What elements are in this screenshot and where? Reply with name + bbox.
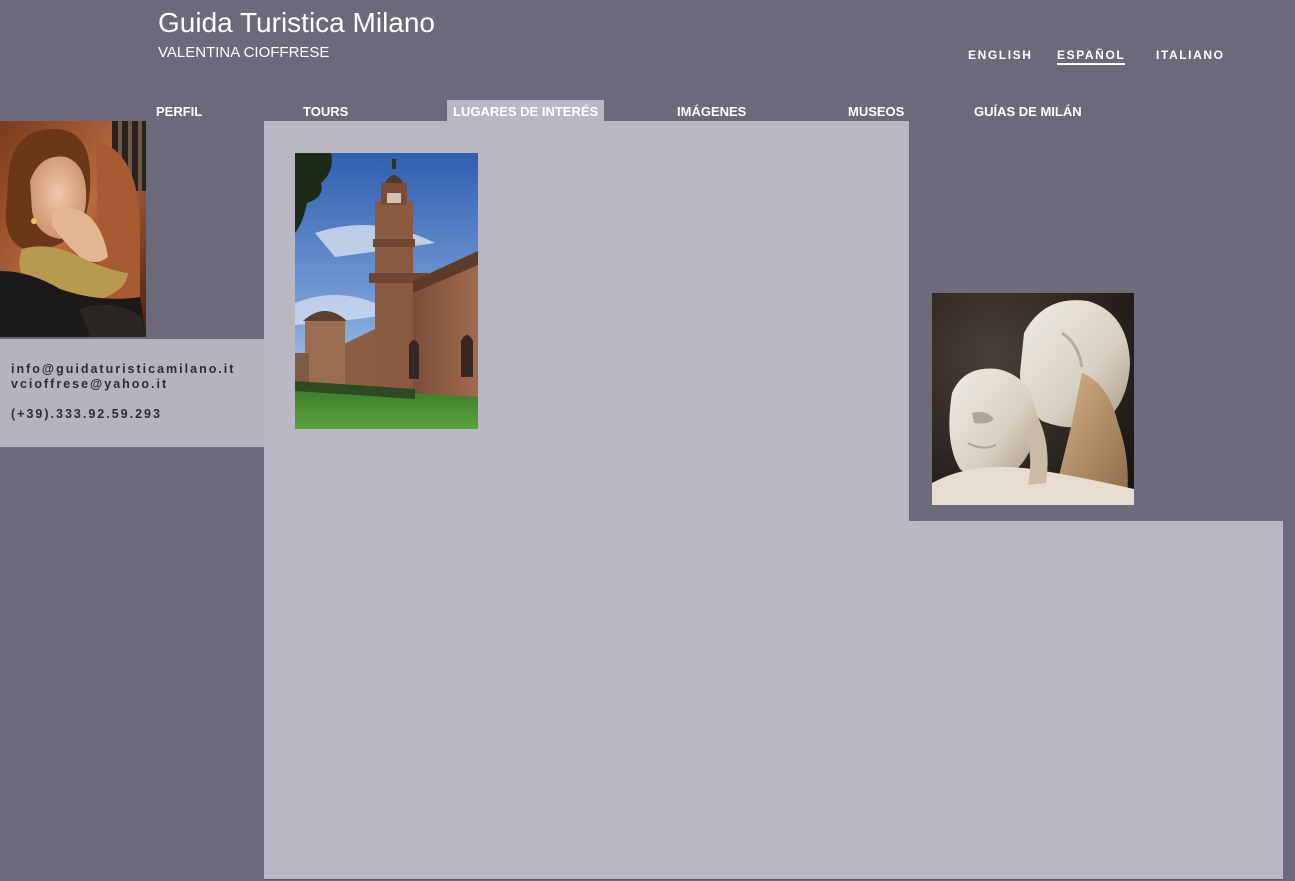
contact-email-secondary[interactable]: vcioffrese@yahoo.it [11, 377, 168, 391]
contact-box: info@guidaturisticamilano.it vcioffrese@… [0, 339, 264, 447]
marble-sculpture-photo[interactable] [932, 293, 1134, 505]
nav-perfil[interactable]: PERFIL [150, 100, 208, 121]
nav-guias-de-milan[interactable]: GUÍAS DE MILÁN [968, 100, 1088, 121]
nav-lugares-de-interes[interactable]: LUGARES DE INTERÉS [447, 100, 605, 121]
language-selector: ENGLISH ESPAÑOL ITALIANO [0, 48, 1295, 68]
contact-phone: (+39).333.92.59.293 [11, 407, 162, 421]
sforza-castle-photo[interactable] [295, 153, 478, 429]
nav-tours[interactable]: TOURS [297, 100, 354, 121]
site-title: Guida Turistica Milano [158, 7, 436, 38]
lang-italiano-link[interactable]: ITALIANO [1156, 48, 1225, 63]
contact-email-primary[interactable]: info@guidaturisticamilano.it [11, 362, 235, 376]
lang-espanol-link[interactable]: ESPAÑOL [1057, 48, 1126, 65]
nav-museos[interactable]: MUSEOS [842, 100, 910, 121]
nav-imagenes[interactable]: IMÁGENES [671, 100, 752, 121]
lang-english-link[interactable]: ENGLISH [968, 48, 1033, 63]
main-nav: PERFIL TOURS LUGARES DE INTERÉS IMÁGENES… [0, 100, 1295, 122]
guide-portrait-photo [0, 121, 146, 337]
